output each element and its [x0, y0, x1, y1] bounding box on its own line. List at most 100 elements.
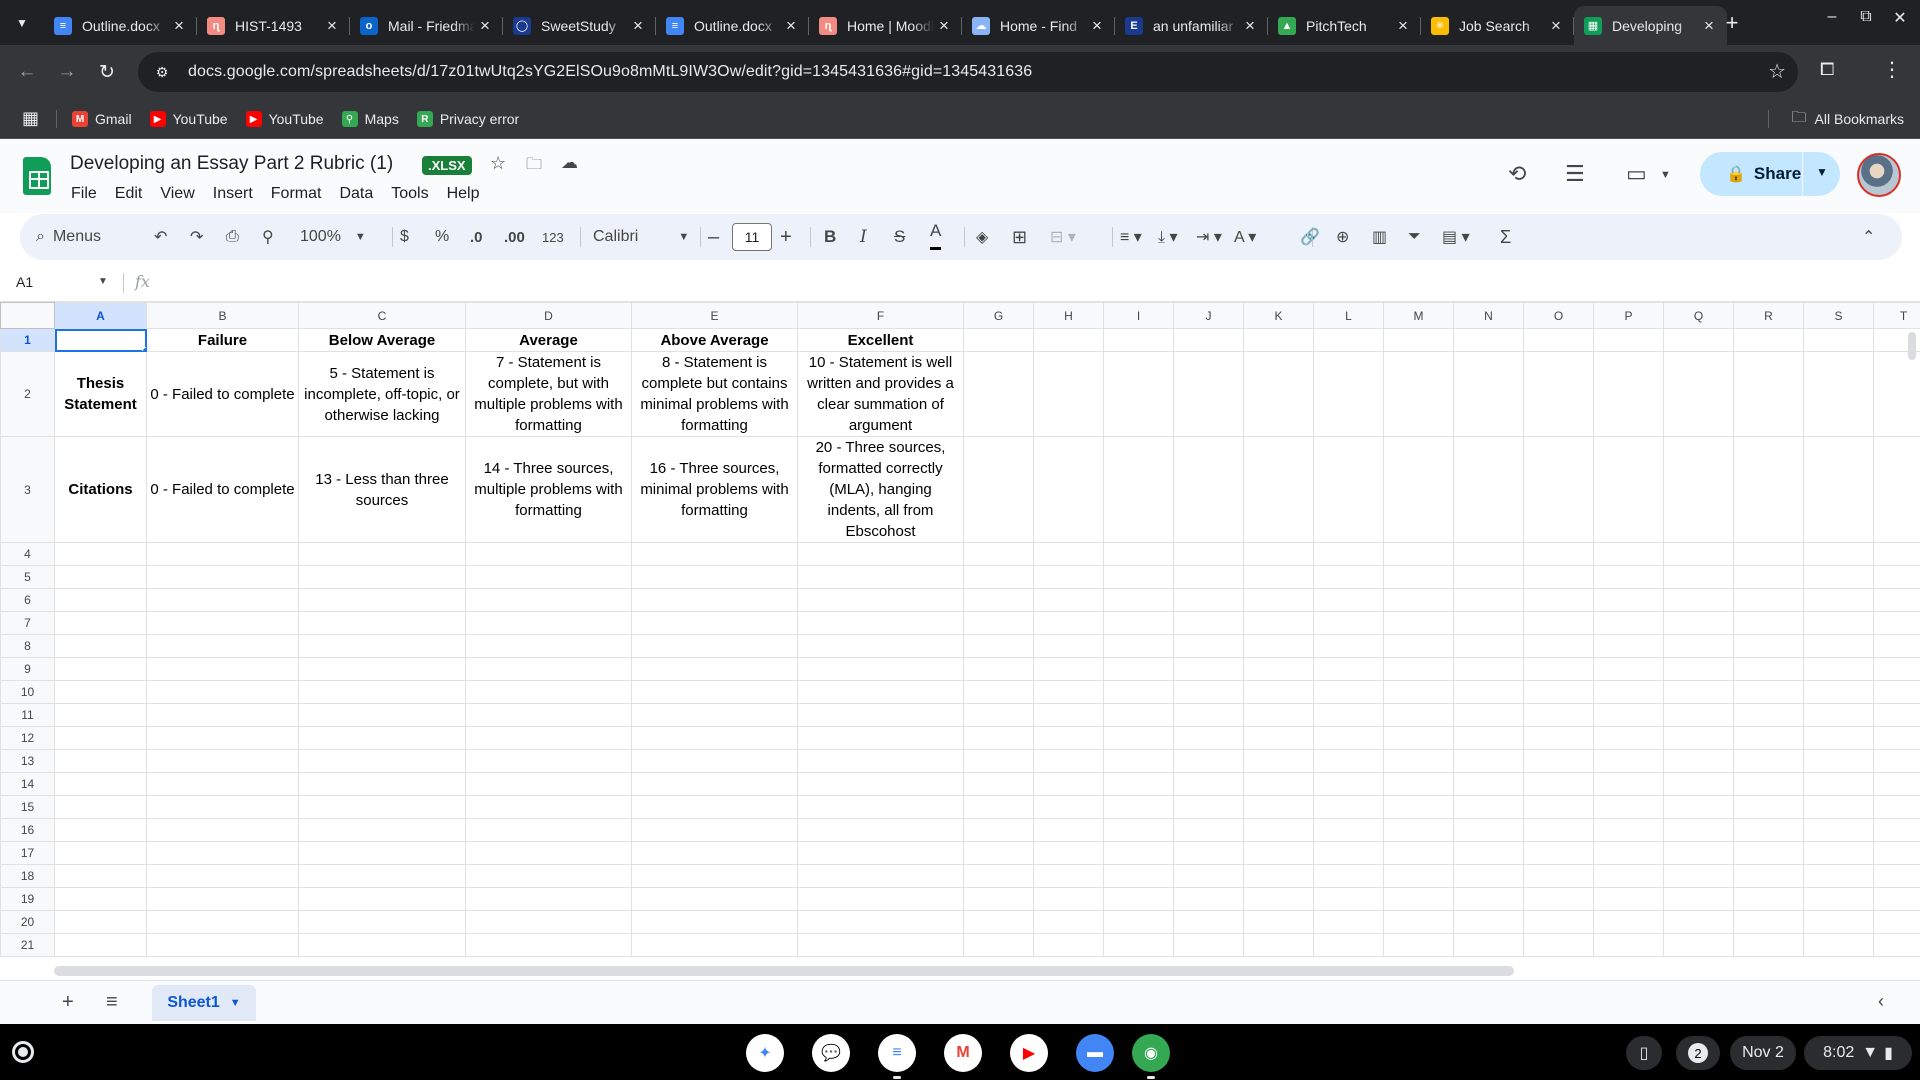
cell[interactable] — [1523, 565, 1594, 589]
cell[interactable] — [1523, 726, 1594, 750]
cell[interactable] — [1663, 588, 1734, 612]
cell[interactable] — [1383, 772, 1454, 796]
increase-decimal-button[interactable]: .00 — [504, 214, 525, 260]
date-tray[interactable]: Nov 2 — [1730, 1036, 1796, 1070]
cell[interactable] — [1593, 611, 1664, 635]
cell[interactable] — [1523, 795, 1594, 819]
cell[interactable] — [1173, 841, 1244, 865]
cell[interactable] — [1243, 611, 1314, 635]
cell[interactable] — [1453, 841, 1524, 865]
tab-close-icon[interactable]: × — [934, 16, 954, 36]
cell[interactable] — [963, 680, 1034, 704]
cell[interactable] — [1033, 864, 1104, 888]
cell[interactable] — [298, 795, 466, 819]
gemini-icon[interactable]: ✦ — [746, 1034, 784, 1072]
cell[interactable] — [1453, 588, 1524, 612]
row-header[interactable]: 3 — [0, 436, 55, 543]
cell[interactable] — [1243, 749, 1314, 773]
browser-tab[interactable]: ◯ SweetStudy × — [503, 9, 656, 42]
cell[interactable] — [1523, 542, 1594, 566]
row-header[interactable]: 16 — [0, 818, 55, 842]
cell[interactable] — [1593, 634, 1664, 658]
decrease-decimal-button[interactable]: .0 — [470, 214, 483, 260]
cell[interactable] — [1313, 657, 1384, 681]
column-header[interactable]: C — [298, 302, 466, 329]
browser-tab[interactable]: Ean unfamiliar × — [1115, 9, 1268, 42]
cell[interactable] — [1173, 703, 1244, 727]
column-header[interactable]: E — [631, 302, 798, 329]
cell[interactable] — [631, 749, 798, 773]
cell[interactable] — [1173, 436, 1244, 543]
youtube-icon[interactable]: ▶ — [1010, 1034, 1048, 1072]
cell[interactable]: Excellent — [797, 328, 964, 352]
cell[interactable] — [963, 772, 1034, 796]
cell[interactable] — [1313, 351, 1384, 437]
cell[interactable]: 0 - Failed to complete — [146, 436, 299, 543]
cell[interactable] — [1383, 933, 1454, 957]
cell[interactable] — [146, 795, 299, 819]
cell[interactable] — [298, 703, 466, 727]
cell[interactable] — [1033, 726, 1104, 750]
cell[interactable] — [1243, 864, 1314, 888]
chrome-icon[interactable]: ◉ — [1132, 1034, 1170, 1072]
cell[interactable] — [1733, 634, 1804, 658]
cell[interactable] — [1453, 680, 1524, 704]
cell[interactable] — [146, 864, 299, 888]
cell[interactable] — [1733, 887, 1804, 911]
cell[interactable] — [1733, 703, 1804, 727]
cell[interactable] — [1453, 726, 1524, 750]
cell[interactable] — [1313, 634, 1384, 658]
collapse-toolbar-icon[interactable]: ⌃ — [1862, 214, 1875, 260]
insert-link-icon[interactable]: 🔗 — [1300, 214, 1320, 260]
site-info-icon[interactable]: ⚙ — [150, 64, 174, 81]
cell[interactable] — [1453, 436, 1524, 543]
column-header[interactable]: P — [1593, 302, 1664, 329]
cell[interactable] — [1383, 726, 1454, 750]
row-header[interactable]: 20 — [0, 910, 55, 934]
cell[interactable] — [1033, 887, 1104, 911]
cell[interactable] — [1873, 841, 1920, 865]
zoom-select[interactable]: 100% ▼ — [300, 214, 366, 260]
cell[interactable] — [1803, 933, 1874, 957]
cell[interactable]: 13 - Less than three sources — [298, 436, 466, 543]
cell[interactable] — [54, 565, 147, 589]
cell[interactable] — [1243, 351, 1314, 437]
cell[interactable] — [298, 910, 466, 934]
cell[interactable] — [1803, 542, 1874, 566]
forward-icon[interactable]: → — [52, 57, 82, 87]
cell[interactable] — [797, 611, 964, 635]
cell[interactable] — [465, 795, 632, 819]
cell[interactable] — [1873, 887, 1920, 911]
cell[interactable] — [1593, 726, 1664, 750]
cell[interactable] — [1103, 657, 1174, 681]
cell[interactable] — [1313, 772, 1384, 796]
font-family-select[interactable]: Calibri ▼ — [593, 214, 689, 260]
cell[interactable] — [1243, 910, 1314, 934]
cell[interactable] — [1873, 351, 1920, 437]
cell[interactable] — [1033, 910, 1104, 934]
cell[interactable] — [54, 611, 147, 635]
cell[interactable] — [1803, 703, 1874, 727]
files-icon[interactable]: ▬ — [1076, 1034, 1114, 1072]
tab-close-icon[interactable]: × — [628, 16, 648, 36]
row-header[interactable]: 19 — [0, 887, 55, 911]
tab-close-icon[interactable]: × — [1546, 16, 1566, 36]
cell[interactable] — [963, 887, 1034, 911]
number-format-button[interactable]: 123 — [542, 214, 564, 260]
cell[interactable] — [465, 634, 632, 658]
cell[interactable] — [1523, 611, 1594, 635]
cell[interactable] — [1733, 328, 1804, 352]
cell[interactable] — [298, 772, 466, 796]
cell[interactable] — [797, 887, 964, 911]
cell[interactable] — [631, 841, 798, 865]
column-header[interactable]: G — [963, 302, 1034, 329]
cell[interactable] — [465, 749, 632, 773]
browser-tab[interactable]: ≡ Outline.docx × — [44, 9, 197, 42]
strikethrough-icon[interactable]: S — [894, 214, 905, 260]
text-rotation-icon[interactable]: A ▾ — [1234, 214, 1256, 260]
cell[interactable] — [298, 726, 466, 750]
cell[interactable] — [797, 588, 964, 612]
cell[interactable] — [1523, 588, 1594, 612]
cell[interactable] — [963, 726, 1034, 750]
cell[interactable] — [298, 588, 466, 612]
